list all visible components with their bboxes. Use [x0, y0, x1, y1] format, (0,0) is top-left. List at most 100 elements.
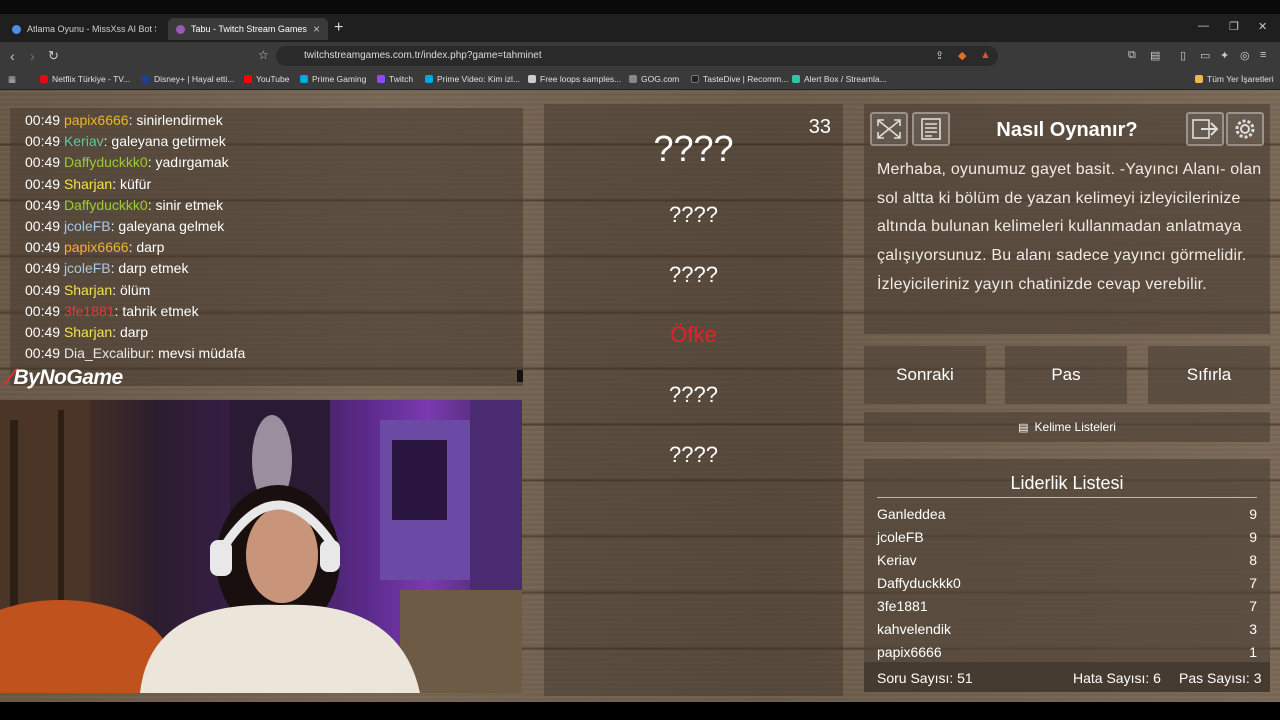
- chat-message: 00:49 3fe1881: tahrik etmek: [25, 303, 199, 319]
- chat-time: 00:49: [25, 260, 61, 277]
- leaderboard-row: Ganleddea 9: [877, 506, 1257, 529]
- wallet-icon[interactable]: ▭: [1200, 49, 1210, 62]
- chat-scrollbar[interactable]: [517, 370, 523, 382]
- apps-grid-icon[interactable]: ▦: [8, 74, 16, 85]
- bookmark-star-icon[interactable]: ☆: [258, 48, 269, 62]
- bookmark-alert-box[interactable]: Alert Box / Streamla...: [792, 74, 887, 84]
- word-lists-button[interactable]: ▤ Kelime Listeleri: [864, 412, 1270, 442]
- chat-username[interactable]: jcoleFB: [64, 218, 111, 234]
- extensions-icon[interactable]: ⧉: [1128, 49, 1136, 62]
- bookmark-netflix[interactable]: Netflix Türkiye - TV...: [40, 74, 130, 84]
- bookmarks-bar: ▦ Netflix Türkiye - TV... Disney+ | Haya…: [0, 70, 1280, 90]
- chat-username[interactable]: Sharjan: [64, 324, 112, 340]
- player-name: Daffyduckkk0: [877, 575, 961, 591]
- url-input[interactable]: twitchstreamgames.com.tr/index.php?game=…: [276, 46, 998, 66]
- help-text: Merhaba, oyunumuz gayet basit. -Yayıncı …: [877, 161, 1262, 293]
- chat-time: 00:49: [25, 302, 61, 319]
- chat-username[interactable]: 3fe1881: [64, 303, 115, 319]
- chat-time: 00:49: [25, 345, 61, 362]
- chat-time: 00:49: [25, 133, 61, 150]
- leaderboard-row: jcoleFB 9: [877, 529, 1257, 552]
- chat-text: galeyana gelmek: [118, 218, 225, 234]
- chat-message: 00:49 Sharjan: ölüm: [25, 282, 150, 298]
- player-name: 3fe1881: [877, 598, 928, 614]
- browser-tab-tabu[interactable]: Tabu - Twitch Stream Games ×: [168, 18, 328, 40]
- chat-text: sinir etmek: [155, 196, 224, 213]
- rewards-icon[interactable]: ▲: [980, 49, 991, 61]
- reload-icon[interactable]: ↻: [48, 48, 59, 64]
- settings-button[interactable]: [1226, 112, 1264, 146]
- player-score: 3: [1249, 621, 1257, 637]
- sidebar-icon[interactable]: ▯: [1180, 49, 1186, 62]
- all-bookmarks-folder[interactable]: Tüm Yer İşaretleri: [1195, 74, 1274, 84]
- chat-time: 00:49: [25, 175, 61, 192]
- chat-text: yadırgamak: [155, 154, 229, 171]
- menu-icon[interactable]: ≡: [1260, 49, 1266, 61]
- chat-username[interactable]: papix6666: [64, 112, 129, 128]
- player-name: jcoleFB: [877, 529, 924, 545]
- leo-icon[interactable]: ✦: [1220, 49, 1229, 62]
- close-tab-icon[interactable]: ×: [313, 22, 320, 36]
- bookmark-twitch[interactable]: Twitch: [377, 74, 413, 84]
- chat-message: 00:49 papix6666: darp: [25, 239, 164, 255]
- question-count: Soru Sayısı: 51: [877, 670, 973, 686]
- chat-username[interactable]: Dia_Excalibur: [64, 345, 150, 361]
- bookmark-youtube[interactable]: YouTube: [244, 74, 289, 84]
- chat-username[interactable]: Sharjan: [64, 176, 112, 192]
- chat-time: 00:49: [25, 196, 61, 213]
- next-button[interactable]: Sonraki: [864, 346, 986, 404]
- player-name: kahvelendik: [877, 621, 951, 637]
- webcam-feed: [0, 400, 522, 693]
- reader-icon[interactable]: ▤: [1150, 49, 1160, 62]
- bookmark-gog[interactable]: GOG.com: [629, 74, 679, 84]
- stats-bar: Soru Sayısı: 51 Hata Sayısı: 6 Pas Sayıs…: [864, 662, 1270, 692]
- bynogame-logo: ⁄ ByNoGame: [8, 364, 123, 391]
- chat-username[interactable]: Sharjan: [64, 282, 112, 298]
- chat-separator: :: [147, 196, 156, 213]
- chat-time: 00:49: [25, 239, 61, 256]
- word-lists-label: Kelime Listeleri: [1034, 420, 1116, 434]
- brave-shield-icon[interactable]: ◆: [958, 49, 966, 62]
- player-score: 9: [1249, 529, 1257, 545]
- share-icon[interactable]: ⇪: [935, 49, 944, 62]
- pass-button[interactable]: Pas: [1005, 346, 1127, 404]
- chat-username[interactable]: jcoleFB: [64, 260, 111, 276]
- game-page: 00:49 papix6666: sinirlendirmek 00:49 Ker…: [0, 90, 1280, 702]
- chat-separator: :: [112, 324, 120, 340]
- chat-time: 00:49: [25, 324, 61, 340]
- chat-text: ölüm: [119, 281, 151, 298]
- bynogame-mark-icon: ⁄: [8, 364, 12, 391]
- chat-message: 00:49 Dia_Excalibur: mevsi müdafa: [25, 345, 245, 361]
- maximize-icon[interactable]: ❐: [1229, 20, 1239, 33]
- reset-button[interactable]: Sıfırla: [1148, 346, 1270, 404]
- browser-tab-bar: Atlama Oyunu - MissXss AI Bot Syste... T…: [0, 0, 1280, 42]
- chat-time: 00:49: [25, 281, 61, 298]
- chat-message: 00:49 papix6666: sinirlendirmek: [25, 112, 223, 128]
- forward-icon[interactable]: ›: [30, 48, 35, 64]
- new-tab-icon[interactable]: +: [334, 19, 343, 37]
- chat-separator: :: [147, 154, 156, 171]
- exit-button[interactable]: [1186, 112, 1224, 146]
- chat-username[interactable]: Daffyduckkk0: [64, 154, 148, 170]
- chat-text: tahrik etmek: [122, 302, 199, 319]
- chat-text: darp etmek: [118, 260, 189, 277]
- vpn-icon[interactable]: ◎: [1240, 49, 1250, 62]
- back-icon[interactable]: ‹: [10, 48, 15, 64]
- close-window-icon[interactable]: ✕: [1258, 20, 1267, 33]
- chat-username[interactable]: papix6666: [64, 239, 129, 255]
- chat-text: sinirlendirmek: [136, 112, 223, 128]
- bookmark-prime-video[interactable]: Prime Video: Kim izl...: [425, 74, 520, 84]
- chat-username[interactable]: Keriav: [64, 133, 104, 149]
- chat-separator: :: [112, 281, 120, 298]
- bookmark-free-loops[interactable]: Free loops samples...: [528, 74, 621, 84]
- leaderboard-row: 3fe1881 7: [877, 598, 1257, 621]
- bookmark-tastedive[interactable]: TasteDive | Recomm...: [691, 74, 788, 84]
- bookmark-disney[interactable]: Disney+ | Hayal etti...: [142, 74, 234, 84]
- leaderboard-panel: Liderlik Listesi Ganleddea 9 jcoleFB 9 Keria…: [864, 459, 1270, 692]
- browser-tab-atlama[interactable]: Atlama Oyunu - MissXss AI Bot Syste...: [4, 18, 164, 40]
- minimize-icon[interactable]: —: [1198, 20, 1209, 32]
- chat-username[interactable]: Daffyduckkk0: [64, 197, 148, 213]
- bookmark-prime-gaming[interactable]: Prime Gaming: [300, 74, 366, 84]
- chat-message: 00:49 Sharjan: darp: [25, 324, 148, 340]
- chat-separator: :: [112, 175, 120, 192]
